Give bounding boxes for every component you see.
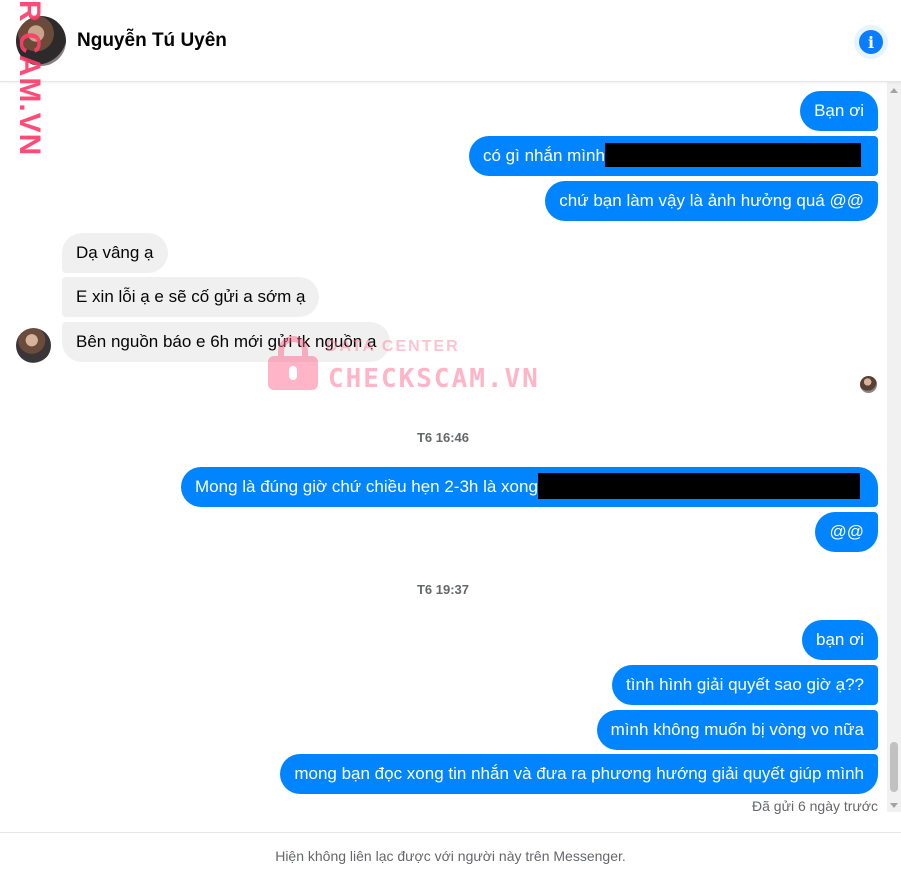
outgoing-message[interactable]: mong bạn đọc xong tin nhắn và đưa ra phư… xyxy=(280,754,878,794)
message-row: mong bạn đọc xong tin nhắn và đưa ra phư… xyxy=(280,754,878,794)
outgoing-message[interactable]: Bạn ơi xyxy=(800,91,878,131)
message-row: bạn ơi xyxy=(801,620,878,660)
message-row: @@ xyxy=(815,512,878,552)
message-row: Bạn ơi xyxy=(800,91,878,131)
incoming-message[interactable]: Dạ vâng ạ xyxy=(62,233,168,273)
message-row: tình hình giải quyết sao giờ ạ?? xyxy=(612,665,878,705)
timestamp-divider: T6 16:46 xyxy=(416,430,470,445)
message-row: Dạ vâng ạ xyxy=(62,233,168,273)
timestamp-divider: T6 19:37 xyxy=(416,582,470,597)
outgoing-message[interactable]: chứ bạn làm vậy là ảnh hưởng quá @@ xyxy=(545,181,878,221)
chat-scrollbar[interactable] xyxy=(887,82,901,812)
watermark-title: CHECKSCAM.VN xyxy=(328,364,540,394)
conversation-info-button[interactable]: i xyxy=(854,25,888,59)
message-row: mình không muốn bị vòng vo nữa xyxy=(596,710,878,750)
outgoing-message[interactable]: tình hình giải quyết sao giờ ạ?? xyxy=(612,665,878,705)
message-row: chứ bạn làm vậy là ảnh hưởng quá @@ xyxy=(545,181,878,221)
message-row: có gì nhắn mình xyxy=(469,136,878,176)
scroll-up-arrow-icon[interactable] xyxy=(890,88,898,93)
scrollbar-thumb[interactable] xyxy=(890,742,898,792)
outgoing-message[interactable]: có gì nhắn mình xyxy=(469,136,878,176)
contact-name[interactable]: Nguyễn Tú Uyên xyxy=(77,30,227,52)
outgoing-message[interactable]: Mong là đúng giờ chứ chiều hẹn 2-3h là x… xyxy=(181,467,878,507)
sent-status: Đã gửi 6 ngày trước xyxy=(752,798,878,814)
incoming-message[interactable]: E xin lỗi ạ e sẽ cố gửi a sớm ạ xyxy=(62,277,320,317)
scroll-down-arrow-icon[interactable] xyxy=(890,803,898,808)
messenger-unavailable-notice: Hiện không liên lạc được với người này t… xyxy=(0,832,901,873)
outgoing-message[interactable]: bạn ơi xyxy=(801,620,878,660)
message-text: có gì nhắn mình xyxy=(483,146,605,165)
redaction-block xyxy=(537,473,860,500)
outgoing-message[interactable]: mình không muốn bị vòng vo nữa xyxy=(596,710,878,750)
info-icon: i xyxy=(859,30,883,54)
message-row: Bên nguồn báo e 6h mới gửi tk nguồn ạ xyxy=(62,322,391,362)
contact-avatar[interactable] xyxy=(16,16,66,66)
chat-header: Nguyễn Tú Uyên i xyxy=(0,0,901,82)
redaction-block xyxy=(604,143,861,168)
message-text: Mong là đúng giờ chứ chiều hẹn 2-3h là x… xyxy=(195,477,538,496)
outgoing-message[interactable]: @@ xyxy=(815,512,878,552)
message-row: Mong là đúng giờ chứ chiều hẹn 2-3h là x… xyxy=(181,467,878,507)
message-row: E xin lỗi ạ e sẽ cố gửi a sớm ạ xyxy=(62,277,320,317)
incoming-message[interactable]: Bên nguồn báo e 6h mới gửi tk nguồn ạ xyxy=(62,322,391,362)
contact-small-avatar xyxy=(16,328,51,363)
seen-indicator-avatar xyxy=(860,376,877,393)
